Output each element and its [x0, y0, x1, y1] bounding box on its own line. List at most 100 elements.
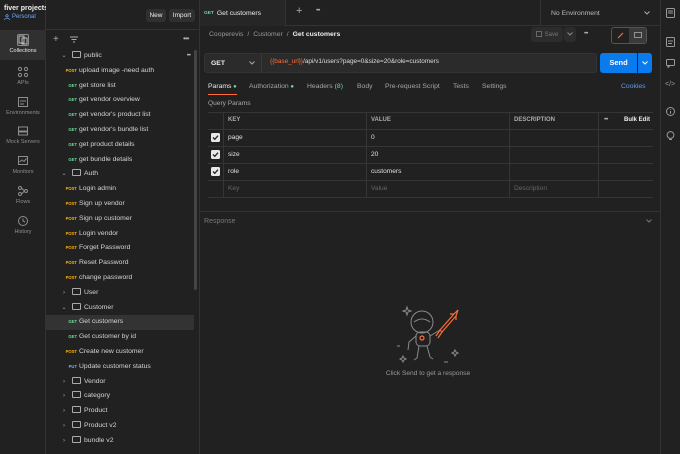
param-key[interactable]: size	[228, 146, 240, 163]
tree-request[interactable]: PUT Update customer status	[46, 360, 194, 375]
save-button[interactable]: Save	[531, 27, 563, 42]
rail-item-history[interactable]: History	[0, 211, 46, 241]
send-button[interactable]: Send	[600, 53, 637, 73]
param-checkbox[interactable]	[211, 150, 220, 159]
rail-item-collections[interactable]: Collections	[0, 30, 46, 60]
rail-item-mock-servers[interactable]: Mock Servers	[0, 121, 46, 151]
sidebar-scrollbar[interactable]	[194, 50, 197, 290]
method-select[interactable]: GET	[205, 54, 262, 72]
comment-icon[interactable]	[629, 28, 646, 43]
tab-params[interactable]: Params ●	[208, 83, 237, 90]
code-icon[interactable]: </>	[665, 81, 675, 88]
chevron-right-icon[interactable]: ›	[60, 286, 68, 301]
url-input[interactable]: {{base_url}}/api/v1/users?page=0&size=20…	[270, 58, 439, 65]
tree-folder[interactable]: › bundle v2	[46, 434, 194, 449]
chevron-right-icon[interactable]: ›	[60, 375, 68, 390]
folder-icon	[72, 169, 81, 177]
tree-request[interactable]: GET get bundle details	[46, 153, 194, 168]
param-value[interactable]: customers	[371, 163, 401, 180]
rail-item-monitors[interactable]: Monitors	[0, 151, 46, 181]
tree-folder[interactable]: › Product v2	[46, 419, 194, 434]
tree-folder[interactable]: › Product	[46, 404, 194, 419]
tree-request[interactable]: POST Create new customer	[46, 345, 194, 360]
tree-request[interactable]: POST Forget Password	[46, 241, 194, 256]
tab-pre-request-script[interactable]: Pre-request Script	[385, 83, 440, 90]
tree-request-label: Create new customer	[79, 348, 144, 355]
chevron-down-icon[interactable]: ⌄	[60, 301, 68, 316]
add-icon[interactable]: +	[53, 34, 59, 45]
tree-request[interactable]: GET get vendor's product list	[46, 108, 194, 123]
chevron-right-icon[interactable]: ›	[60, 419, 68, 434]
tree-folder[interactable]: › Vendor	[46, 375, 194, 390]
folder-more-icon[interactable]: •••	[187, 49, 191, 64]
import-button[interactable]: Import	[169, 9, 195, 22]
breadcrumb-folder[interactable]: Customer	[253, 31, 282, 38]
info-icon[interactable]	[666, 107, 675, 118]
tab-headers[interactable]: Headers (8)	[307, 83, 343, 90]
cookies-link[interactable]: Cookies	[621, 83, 646, 90]
more-options-icon[interactable]: •••	[183, 34, 189, 43]
new-button[interactable]: New	[146, 9, 166, 22]
documentation-icon[interactable]	[666, 8, 675, 20]
collection-icon[interactable]	[666, 37, 675, 49]
tabs-more-icon[interactable]: •••	[316, 8, 320, 14]
tree-folder[interactable]: › category	[46, 389, 194, 404]
collapse-response-icon[interactable]	[646, 218, 652, 225]
chevron-right-icon[interactable]: ›	[60, 389, 68, 404]
table-more-icon[interactable]: •••	[604, 112, 608, 129]
response-divider[interactable]	[200, 211, 660, 212]
chevron-down-icon[interactable]: ⌄	[60, 49, 68, 64]
bulk-edit-link[interactable]: Bulk Edit	[624, 112, 650, 129]
table-border	[208, 180, 653, 181]
tree-request[interactable]: GET Get customer by id	[46, 330, 194, 345]
tab-tests[interactable]: Tests	[453, 83, 469, 90]
tree-request[interactable]: POST Reset Password	[46, 256, 194, 271]
environment-selector[interactable]: No Environment	[540, 0, 660, 26]
rail-item-environments[interactable]: Environments	[0, 92, 46, 122]
new-param-description-input[interactable]: Description	[514, 180, 547, 197]
tab-get-customers[interactable]: GET Get customers	[200, 0, 286, 26]
save-options-button[interactable]	[564, 27, 576, 42]
tree-folder[interactable]: ⌄ Auth	[46, 167, 194, 182]
tab-authorization[interactable]: Authorization ●	[249, 83, 294, 90]
comments-icon[interactable]	[666, 59, 675, 70]
tree-request[interactable]: GET get product details	[46, 138, 194, 153]
new-param-key-input[interactable]: Key	[228, 180, 239, 197]
tab-body[interactable]: Body	[357, 83, 373, 90]
breadcrumb-request[interactable]: Get customers	[293, 31, 341, 38]
tab-settings[interactable]: Settings	[482, 83, 507, 90]
tree-request[interactable]: POST Sign up vendor	[46, 197, 194, 212]
param-value[interactable]: 0	[371, 129, 375, 146]
request-workspace: GET Get customers + ••• No Environment C…	[200, 0, 660, 454]
tree-request[interactable]: POST upload image -need auth	[46, 64, 194, 79]
param-value[interactable]: 20	[371, 146, 378, 163]
tree-request[interactable]: GET Get customers	[46, 315, 194, 331]
new-param-value-input[interactable]: Value	[371, 180, 387, 197]
tree-folder[interactable]: › User	[46, 286, 194, 301]
breadcrumb-workspace[interactable]: Cooperevis	[209, 31, 243, 38]
tree-request[interactable]: GET get store list	[46, 79, 194, 94]
tree-request[interactable]: GET get vendor's bundle list	[46, 123, 194, 138]
chevron-down-icon[interactable]: ⌄	[60, 167, 68, 182]
tree-request[interactable]: POST Login admin	[46, 182, 194, 197]
chevron-right-icon[interactable]: ›	[60, 434, 68, 449]
tree-folder[interactable]: ⌄ Customer	[46, 301, 194, 316]
param-key[interactable]: role	[228, 163, 239, 180]
chevron-right-icon[interactable]: ›	[60, 404, 68, 419]
filter-icon[interactable]	[70, 36, 78, 45]
rail-item-apis[interactable]: APIs	[0, 62, 46, 92]
param-checkbox[interactable]	[211, 133, 220, 142]
param-checkbox[interactable]	[211, 167, 220, 176]
tree-request[interactable]: POST Sign up customer	[46, 212, 194, 227]
lightbulb-icon[interactable]	[666, 131, 675, 143]
send-options-button[interactable]	[638, 53, 652, 73]
tree-request[interactable]: POST Login vendor	[46, 227, 194, 242]
new-tab-icon[interactable]: +	[296, 5, 302, 17]
tree-request[interactable]: GET get vendor overview	[46, 93, 194, 108]
request-more-icon[interactable]: •••	[584, 31, 588, 37]
tree-request[interactable]: POST change password	[46, 271, 194, 286]
tree-folder[interactable]: ⌄ public •••	[46, 49, 194, 64]
param-key[interactable]: page	[228, 129, 243, 146]
rail-item-flows[interactable]: Flows	[0, 181, 46, 211]
edit-icon[interactable]	[612, 28, 629, 43]
